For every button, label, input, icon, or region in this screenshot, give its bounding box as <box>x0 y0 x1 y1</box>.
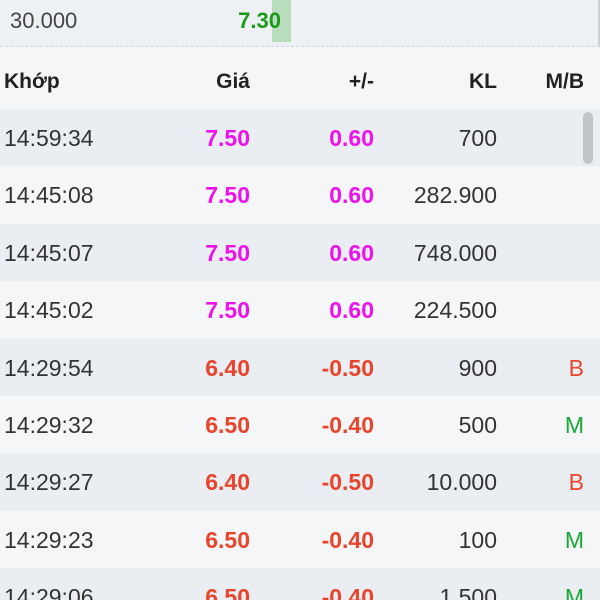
trade-price: 6.50 <box>205 411 250 438</box>
trade-time: 14:29:32 <box>4 411 94 438</box>
trade-time: 14:45:02 <box>4 297 94 324</box>
trade-change: -0.40 <box>321 584 374 600</box>
trade-side: B <box>568 469 584 496</box>
header-time[interactable]: Khớp <box>4 70 60 94</box>
price-level-volume: 30.000 <box>10 8 78 33</box>
trade-time: 14:59:34 <box>4 125 94 151</box>
table-row[interactable]: 14:29:32 6.50 -0.40 500 M <box>0 395 600 454</box>
trade-change: 0.60 <box>329 297 374 324</box>
price-level-row[interactable]: 30.000 7.30 <box>0 0 600 47</box>
trade-volume: 224.500 <box>413 297 497 324</box>
trade-time: 14:29:06 <box>4 584 94 600</box>
scrollbar-thumb[interactable] <box>583 112 593 164</box>
matched-trades-panel: 30.000 7.30 Khớp Giá +/- KL M/B 14:59:34… <box>0 0 600 600</box>
trade-time: 14:45:08 <box>4 182 94 209</box>
trade-change: -0.40 <box>321 411 374 438</box>
trade-volume: 748.000 <box>413 239 497 266</box>
trade-change: 0.60 <box>329 125 374 151</box>
trade-volume: 700 <box>458 125 497 151</box>
trade-change: -0.50 <box>321 354 374 381</box>
table-row[interactable]: 14:45:02 7.50 0.60 224.500 <box>0 281 600 339</box>
trade-time: 14:45:07 <box>4 239 94 266</box>
trade-time: 14:29:54 <box>4 354 94 381</box>
trade-volume: 282.900 <box>413 182 497 209</box>
trade-price: 6.50 <box>205 584 250 600</box>
trade-volume: 100 <box>458 526 497 553</box>
trade-volume: 500 <box>458 411 497 438</box>
table-row[interactable]: 14:29:06 6.50 -0.40 1.500 M <box>0 568 600 600</box>
table-row[interactable]: 14:45:08 7.50 0.60 282.900 <box>0 166 600 224</box>
table-row[interactable]: 14:29:23 6.50 -0.40 100 M <box>0 510 600 569</box>
trade-price: 7.50 <box>205 125 250 151</box>
trades-table-body: 14:59:34 7.50 0.60 700 14:45:08 7.50 0.60 282.9… <box>0 109 600 600</box>
trade-price: 6.40 <box>205 469 250 496</box>
table-row[interactable]: 14:45:07 7.50 0.60 748.000 <box>0 223 600 282</box>
trade-volume: 10.000 <box>426 469 497 496</box>
trade-price: 6.50 <box>205 526 250 553</box>
trade-side: M <box>564 526 584 553</box>
trade-price: 6.40 <box>205 354 250 381</box>
trade-change: 0.60 <box>329 182 374 209</box>
price-level-cell: 7.30 <box>227 0 291 42</box>
trade-time: 14:29:23 <box>4 526 94 553</box>
table-row[interactable]: 14:29:54 6.40 -0.50 900 B <box>0 338 600 396</box>
table-row[interactable]: 14:29:27 6.40 -0.50 10.000 B <box>0 453 600 511</box>
header-change[interactable]: +/- <box>349 70 374 94</box>
header-side[interactable]: M/B <box>546 70 585 94</box>
trade-volume: 1.500 <box>439 584 497 600</box>
trade-side: M <box>564 584 584 600</box>
header-price[interactable]: Giá <box>216 70 250 94</box>
table-header: Khớp Giá +/- KL M/B <box>0 50 600 108</box>
table-row[interactable]: 14:59:34 7.50 0.60 700 <box>0 109 600 167</box>
trade-time: 14:29:27 <box>4 469 94 496</box>
trade-price: 7.50 <box>205 239 250 266</box>
trade-side: M <box>564 411 584 438</box>
trade-volume: 900 <box>458 354 497 381</box>
trade-price: 7.50 <box>205 297 250 324</box>
trade-side: B <box>568 354 584 381</box>
trade-change: 0.60 <box>329 239 374 266</box>
trade-price: 7.50 <box>205 182 250 209</box>
trade-change: -0.50 <box>321 469 374 496</box>
trade-change: -0.40 <box>321 526 374 553</box>
price-level-price: 7.30 <box>238 8 281 33</box>
header-volume[interactable]: KL <box>469 70 497 94</box>
